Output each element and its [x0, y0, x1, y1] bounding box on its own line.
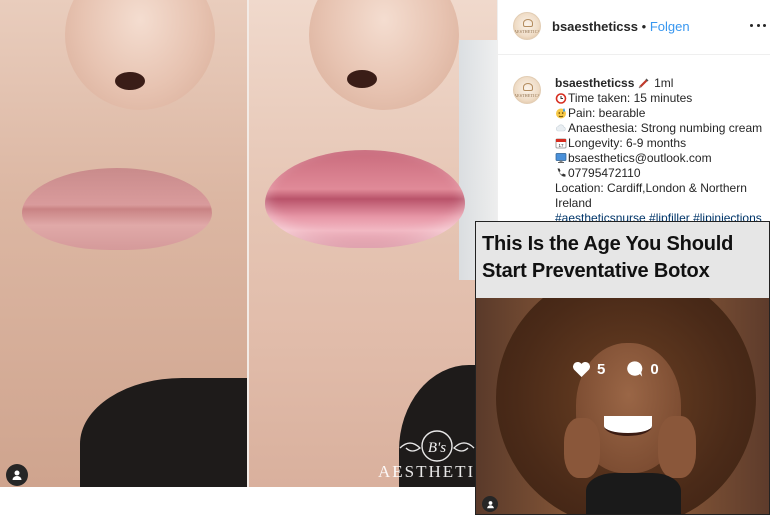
caption-volume: 1ml — [654, 76, 674, 90]
avatar-text: AESTHETICS — [514, 29, 540, 34]
post-header: AESTHETICS bsaestheticss • Folgen — [498, 0, 770, 55]
alarm-clock-icon — [555, 93, 567, 104]
nose — [65, 0, 215, 110]
follow-button[interactable]: Folgen — [650, 19, 690, 34]
header-user-line: bsaestheticss • Folgen — [552, 19, 690, 34]
telephone-icon — [557, 168, 566, 177]
crown-icon — [523, 83, 533, 91]
caption-phone-line: 07795472110 — [555, 166, 763, 181]
card-tagged-user-button[interactable] — [482, 496, 498, 512]
right-hand — [658, 416, 696, 478]
lips-before — [22, 168, 212, 250]
caption-time-taken: Time taken: 15 minutes — [568, 91, 693, 105]
comment-icon — [627, 361, 643, 377]
post-image[interactable]: B's AESTHETICS — [0, 0, 497, 487]
smile — [604, 416, 652, 436]
card-title-line-1: This Is the Age You Should — [482, 233, 734, 255]
caption-first-line: bsaestheticss 1ml — [555, 76, 763, 91]
caption-username-link[interactable]: bsaestheticss — [555, 76, 634, 90]
avatar-text: AESTHETICS — [514, 93, 540, 98]
avatar[interactable]: AESTHETICS — [513, 12, 541, 40]
caption-longevity: Longevity: 6-9 months — [568, 136, 687, 150]
caption-location: Location: Cardiff,London & Northern Irel… — [555, 181, 747, 210]
header-separator: • — [641, 19, 647, 34]
left-hand — [564, 418, 600, 478]
watermark-logo: B's — [399, 430, 475, 462]
caption-anaesthesia-line: Anaesthesia: Strong numbing cream — [555, 121, 763, 136]
card-title: This Is the Age You Should Start Prevent… — [482, 231, 769, 285]
caption-email-line: bsaesthetics@outlook.com — [555, 151, 763, 166]
nostril — [347, 70, 377, 88]
card-engagement-stats: 5 0 — [572, 360, 679, 378]
comments-count: 0 — [650, 360, 659, 378]
sweat-face-icon — [556, 108, 566, 119]
after-photo — [249, 0, 497, 487]
comments-count-group[interactable]: 0 — [625, 360, 659, 378]
caption-time-line: Time taken: 15 minutes — [555, 91, 763, 106]
nostril — [115, 72, 145, 90]
svg-text:17: 17 — [558, 143, 564, 148]
black-top — [586, 473, 681, 514]
syringe-icon — [638, 78, 649, 89]
card-photo — [476, 298, 769, 514]
watermark-initials: B's — [428, 440, 446, 456]
more-options-icon[interactable] — [750, 17, 766, 33]
caption-email-link[interactable]: bsaesthetics@outlook.com — [568, 151, 712, 165]
crown-icon — [523, 19, 533, 27]
computer-icon — [555, 153, 567, 163]
post-caption: bsaestheticss 1ml Time taken: 15 minutes… — [555, 76, 763, 226]
caption-pain: Pain: bearable — [568, 106, 646, 120]
caption-longevity-line: 17 Longevity: 6-9 months — [555, 136, 763, 151]
card-title-line-2: Start Preventative Botox — [482, 260, 710, 282]
likes-count-group[interactable]: 5 — [572, 361, 605, 378]
calendar-icon: 17 — [555, 138, 567, 149]
cloud-icon — [556, 124, 566, 132]
before-photo — [0, 0, 250, 487]
caption-phone: 07795472110 — [568, 166, 641, 180]
lips-after — [265, 150, 465, 248]
overlay-post-card[interactable]: This Is the Age You Should Start Prevent… — [475, 221, 770, 515]
caption-avatar[interactable]: AESTHETICS — [513, 76, 541, 104]
tagged-user-button[interactable] — [6, 464, 28, 486]
header-username-link[interactable]: bsaestheticss — [552, 19, 638, 34]
likes-count: 5 — [597, 360, 606, 378]
caption-pain-line: Pain: bearable — [555, 106, 763, 121]
dark-shirt — [80, 378, 250, 487]
user-icon — [12, 470, 22, 480]
user-icon — [486, 500, 494, 508]
nose — [309, 0, 459, 110]
caption-anaesthesia: Anaesthesia: Strong numbing cream — [568, 121, 763, 135]
heart-icon — [573, 361, 590, 377]
